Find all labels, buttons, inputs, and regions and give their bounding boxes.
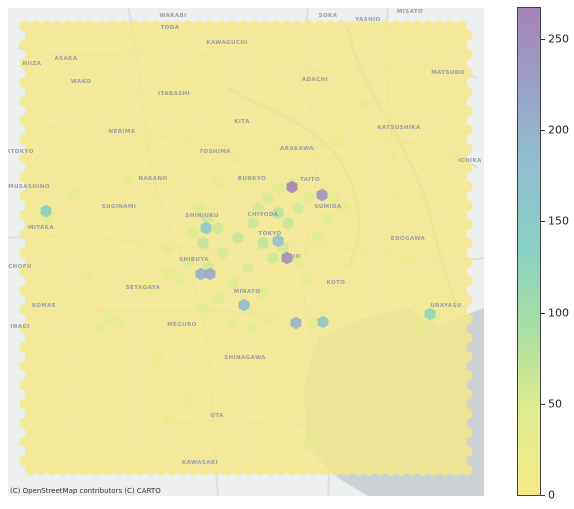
place-label-chiyoda: CHIYODA [247, 212, 279, 218]
map-panel[interactable]: WARABI TODA SOKA YASHIO MISATO KAWAGUCHI NIIZA… [8, 8, 484, 496]
colorbar-tick-label: 50 [548, 397, 562, 411]
place-label-warabi: WARABI [159, 13, 187, 19]
place-label-niiza: NIIZA [22, 61, 42, 67]
place-label-komae: KOMAE [31, 303, 57, 309]
map-attribution: (C) OpenStreetMap contributors (C) CARTO [10, 487, 161, 495]
place-label-musashino: MUSASHINO [8, 184, 50, 190]
colorbar-tick [541, 403, 545, 405]
place-label-urayasu: URAYASU [430, 303, 462, 309]
place-label-ichikawa: ICHIKA [458, 158, 482, 164]
place-label-wako: WAKO [70, 79, 92, 85]
place-label-meguro: MEGURO [167, 322, 197, 328]
colorbar-tick [541, 39, 545, 40]
colorbar-tick-label: 250 [548, 32, 569, 46]
place-label-ota: OTA [210, 413, 224, 419]
place-label-bunkyo: BUNKYO [237, 176, 267, 182]
colorbar-tick-label: 100 [548, 306, 569, 320]
place-label-tokyo: TOKYO [258, 231, 282, 237]
place-label-misato: MISATO [396, 9, 424, 15]
place-label-adachi: ADACHI [301, 77, 329, 83]
place-label-kawaguchi: KAWAGUCHI [206, 40, 248, 46]
place-label-asaka: ASAKA [54, 56, 78, 62]
colorbar-tick [541, 495, 545, 496]
place-label-kawasaki: KAWASAKI [181, 460, 219, 466]
place-label-kita: KITA [234, 119, 250, 125]
place-label-chofu: CHOFU [8, 264, 32, 270]
place-label-inagi: INAGI [10, 324, 30, 330]
place-label-shibuya: SHIBUYA [179, 257, 209, 263]
place-label-yashio: YASHIO [355, 17, 381, 23]
place-label-matsudo: MATSUDO [431, 70, 465, 76]
colorbar-tick [541, 312, 545, 314]
place-label-minato: MINATO [233, 289, 261, 295]
place-label-chuo: CHUO [281, 254, 301, 260]
place-label-toda: TODA [160, 25, 180, 31]
place-label-soka: SOKA [318, 13, 338, 19]
place-label-katsushika: KATSUSHIKA [377, 125, 421, 131]
colorbar-tick [541, 221, 545, 223]
place-label-shinjuku: SHINJUKU [185, 213, 219, 219]
place-label-shinagawa: SHINAGAWA [224, 355, 266, 361]
colorbar-tick [541, 130, 545, 132]
place-label-taito: TAITO [299, 177, 321, 183]
place-label-nerima: NERIMA [108, 129, 136, 135]
place-label-arakawa: ARAKAWA [280, 146, 314, 152]
place-label-edogawa: EDOGAWA [390, 236, 426, 242]
colorbar-tick-label: 200 [548, 123, 569, 137]
place-label-koto: KOTO [326, 280, 346, 286]
place-label-nakano: NAKANO [138, 176, 168, 182]
colorbar-tick-label: 150 [548, 214, 569, 228]
colorbar [517, 7, 541, 496]
colorbar-tick-label: 0 [548, 488, 555, 502]
place-label-suginami: SUGINAMI [101, 204, 137, 210]
place-label-setagaya: SETAGAYA [125, 285, 161, 291]
place-label-higashikurume: RTOKYO [8, 149, 34, 155]
place-label-sumida: SUMIDA [314, 204, 342, 210]
hex-layer [19, 19, 473, 477]
place-label-itabashi: ITABASHI [158, 91, 190, 97]
place-label-mitaka: MITAKA [27, 225, 55, 231]
place-label-toshima: TOSHIMA [199, 149, 231, 155]
